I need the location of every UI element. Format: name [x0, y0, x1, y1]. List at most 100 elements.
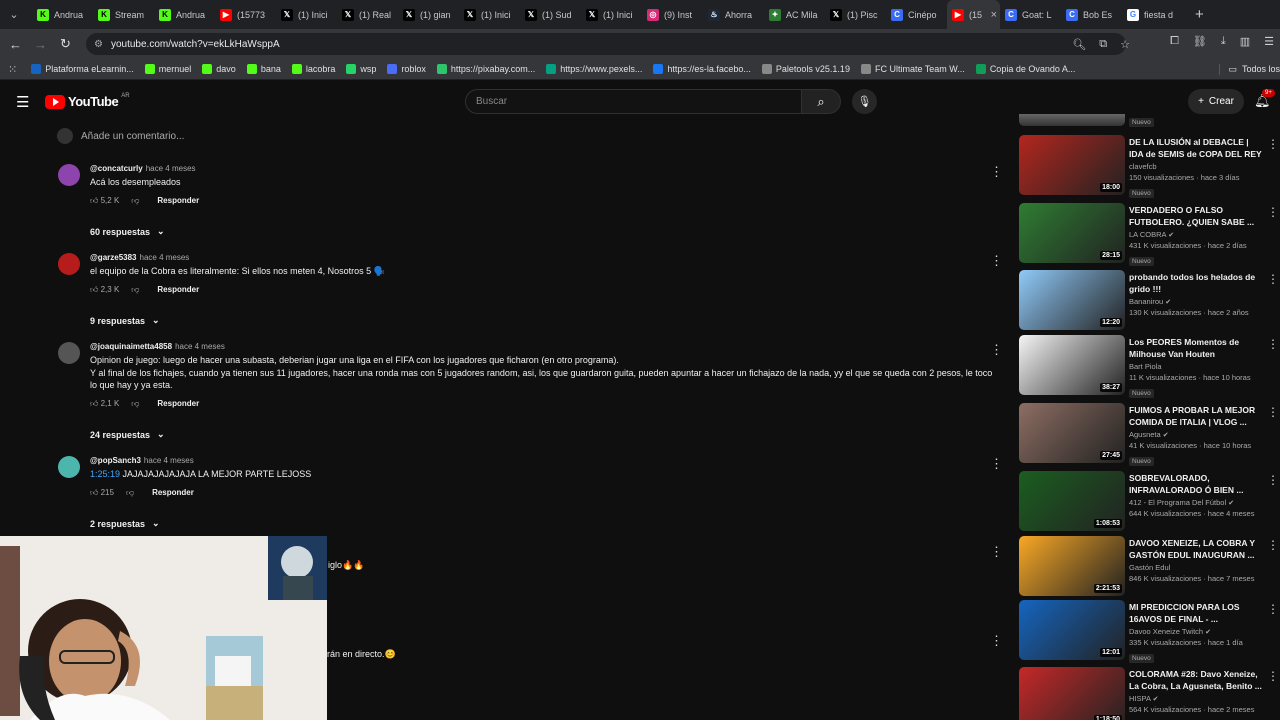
video-title[interactable]: SOBREVALORADO, INFRAVALORADO Ó BIEN ...: [1129, 472, 1263, 496]
bookmark-item[interactable]: Copia de Ovando A...: [975, 64, 1075, 74]
bookmark-item[interactable]: roblox: [387, 64, 426, 74]
more-options-icon[interactable]: ⋮: [1267, 405, 1279, 419]
more-options-icon[interactable]: ⋮: [1267, 602, 1279, 616]
comment-time[interactable]: hace 4 meses: [144, 456, 194, 465]
channel-name[interactable]: Gastón Edul: [1129, 563, 1170, 572]
video-thumbnail[interactable]: 1:18:50: [1019, 667, 1125, 720]
bookmark-item[interactable]: https://pixabay.com...: [436, 64, 535, 74]
video-title[interactable]: MI PREDICCION PARA LOS 16AVOS DE FINAL -…: [1129, 601, 1263, 625]
sidepanel-icon[interactable]: ▥: [1240, 35, 1250, 48]
bookmark-item[interactable]: bana: [246, 64, 281, 74]
more-options-icon[interactable]: ⋮: [1267, 272, 1279, 286]
browser-tab[interactable]: 𝕏 (1) gian: [398, 0, 459, 29]
reply-button[interactable]: Responder: [157, 399, 199, 408]
video-timestamp-link[interactable]: 1:25:19: [90, 469, 120, 479]
more-options-icon[interactable]: ⋮: [1267, 538, 1279, 552]
video-thumbnail[interactable]: 27:45: [1019, 403, 1125, 463]
zoom-icon[interactable]: 🔍︎: [1072, 38, 1086, 51]
more-options-icon[interactable]: ⋮: [1267, 205, 1279, 219]
more-options-icon[interactable]: ⋮: [1267, 337, 1279, 351]
browser-tab[interactable]: 𝕏 (1) Sud: [520, 0, 581, 29]
all-bookmarks-button[interactable]: ▭ Todos los: [1219, 63, 1280, 75]
comment-time[interactable]: hace 4 meses: [140, 253, 190, 262]
comment-author[interactable]: @popSanch3: [90, 456, 141, 465]
browser-tab[interactable]: 𝕏 (1) Pisc: [825, 0, 886, 29]
view-replies-button[interactable]: 60 respuestas ⌄: [90, 226, 165, 237]
dislike-button[interactable]: 👎︎: [126, 488, 134, 498]
like-button[interactable]: 👍︎ 2,1 K: [90, 399, 119, 409]
site-info-icon[interactable]: ⚙: [94, 39, 103, 50]
browser-tab[interactable]: 𝕏 (1) Inici: [581, 0, 642, 29]
cast-icon[interactable]: ⧉: [1099, 38, 1107, 51]
reload-icon[interactable]: ↻: [53, 36, 78, 52]
bookmark-item[interactable]: https://www.pexels...: [546, 64, 642, 74]
browser-tab[interactable]: C Bob Es: [1061, 0, 1122, 29]
bookmark-item[interactable]: lacobra: [291, 64, 335, 74]
video-title[interactable]: probando todos los helados de grido !!!: [1129, 271, 1263, 295]
browser-tab[interactable]: K Andrua: [32, 0, 93, 29]
view-replies-button[interactable]: 24 respuestas ⌄: [90, 429, 165, 440]
bookmark-item[interactable]: Paletools v25.1.19: [761, 64, 850, 74]
more-options-icon[interactable]: ⋮: [990, 253, 1003, 269]
video-thumbnail-partial[interactable]: [1019, 114, 1125, 126]
more-options-icon[interactable]: ⋮: [990, 342, 1003, 358]
like-button[interactable]: 👍︎ 2,3 K: [90, 285, 119, 295]
channel-name[interactable]: LA COBRA: [1129, 230, 1166, 239]
bookmark-item[interactable]: FC Ultimate Team W...: [860, 64, 965, 74]
forward-icon[interactable]: →: [28, 37, 53, 52]
comment-author[interactable]: @garze5383: [90, 253, 137, 262]
more-options-icon[interactable]: ⋮: [1267, 669, 1279, 683]
like-button[interactable]: 👍︎ 5,2 K: [90, 196, 119, 206]
bookmark-item[interactable]: wsp: [346, 64, 376, 74]
link-icon[interactable]: ⛓: [1193, 35, 1207, 48]
avatar[interactable]: [58, 456, 80, 478]
comment-time[interactable]: hace 4 meses: [146, 164, 196, 173]
browser-tab[interactable]: K Andrua: [154, 0, 215, 29]
channel-name[interactable]: Davoo Xeneize Twitch: [1129, 627, 1203, 636]
recommended-video[interactable]: 18:00 DE LA ILUSIÓN al DEBACLE | IDA de S…: [1019, 135, 1279, 198]
more-options-icon[interactable]: ⋮: [990, 544, 1003, 560]
more-options-icon[interactable]: ⋮: [990, 633, 1003, 649]
like-button[interactable]: 👍︎ 215: [90, 488, 114, 498]
browser-tab[interactable]: C Goat: L: [1000, 0, 1061, 29]
more-options-icon[interactable]: ⋮: [1267, 137, 1279, 151]
comment-time[interactable]: hace 4 meses: [175, 342, 225, 351]
notifications-button[interactable]: 🔔︎ 9+: [1254, 89, 1275, 109]
comment-author[interactable]: @concatcurly: [90, 164, 143, 173]
voice-search-button[interactable]: 🎙︎: [852, 89, 877, 114]
recommended-video[interactable]: 1:08:53 SOBREVALORADO, INFRAVALORADO Ó BI…: [1019, 471, 1279, 531]
browser-tab[interactable]: 𝕏 (1) Inici: [276, 0, 337, 29]
dislike-button[interactable]: 👎︎: [131, 285, 139, 295]
recommended-video[interactable]: 12:20 probando todos los helados de grido…: [1019, 270, 1279, 330]
browser-tab[interactable]: ◎ (9) Inst: [642, 0, 703, 29]
more-options-icon[interactable]: ⋮: [990, 164, 1003, 180]
video-thumbnail[interactable]: 12:20: [1019, 270, 1125, 330]
bookmark-item[interactable]: https://es-la.facebo...: [653, 64, 751, 74]
video-title[interactable]: Los PEORES Momentos de Milhouse Van Hout…: [1129, 336, 1263, 360]
view-replies-button[interactable]: 2 respuestas ⌄: [90, 518, 160, 529]
extensions-icon[interactable]: ⧠: [1170, 35, 1179, 48]
browser-tab[interactable]: 𝕏 (1) Real: [337, 0, 398, 29]
browser-tab[interactable]: ▶ (15773: [215, 0, 276, 29]
avatar[interactable]: [58, 253, 80, 275]
avatar[interactable]: [58, 342, 80, 364]
download-icon[interactable]: ⤓: [1221, 35, 1226, 48]
close-tab-icon[interactable]: ×: [991, 9, 997, 21]
search-input[interactable]: Buscar: [465, 89, 802, 114]
browser-tab[interactable]: 𝕏 (1) Inici: [459, 0, 520, 29]
video-title[interactable]: COLORAMA #28: Davo Xeneize, La Cobra, La…: [1129, 668, 1263, 692]
menu-icon[interactable]: ☰: [16, 93, 29, 111]
recommended-video[interactable]: 1:18:50 COLORAMA #28: Davo Xeneize, La Co…: [1019, 667, 1279, 720]
channel-name[interactable]: clavefcb: [1129, 162, 1157, 171]
video-thumbnail[interactable]: 28:15: [1019, 203, 1125, 263]
channel-name[interactable]: Bart Piola: [1129, 362, 1162, 371]
recommended-video[interactable]: 38:27 Los PEORES Momentos de Milhouse Van…: [1019, 335, 1279, 398]
youtube-logo[interactable]: YouTube AR: [45, 93, 130, 109]
bookmark-item[interactable]: davo: [202, 64, 236, 74]
browser-tab[interactable]: ▶ (15 ×: [947, 0, 1000, 29]
video-thumbnail[interactable]: 2:21:53: [1019, 536, 1125, 596]
browser-tab[interactable]: Gfiesta d: [1122, 0, 1183, 29]
reply-button[interactable]: Responder: [157, 196, 199, 205]
browser-tab[interactable]: C Cinépo: [886, 0, 947, 29]
add-comment-field[interactable]: Añade un comentario...: [57, 128, 184, 144]
